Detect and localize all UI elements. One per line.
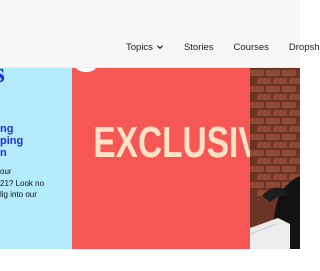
photo-card[interactable] — [250, 68, 300, 249]
headline-line: n — [0, 147, 7, 159]
headline-line: ng — [0, 123, 14, 135]
description-line: our — [0, 167, 12, 176]
card-headline: ng ping n — [0, 123, 72, 159]
nav-item-courses[interactable]: Courses — [234, 42, 269, 53]
article-card-left[interactable]: s ng ping n our 21? Look no lig into our — [0, 68, 72, 249]
description-line: lig into our — [0, 190, 37, 199]
description-line: 21? Look no — [0, 178, 45, 188]
brick-wall-photo — [250, 68, 300, 249]
nav-item-label: Topics — [126, 41, 153, 53]
headline-line: ping — [0, 135, 24, 147]
site-header: Topics Stories Courses Dropshi — [0, 0, 320, 68]
main-nav: Topics Stories Courses Dropshi — [126, 40, 320, 54]
nav-item-label: Dropshi — [288, 41, 320, 53]
nav-item-dropshipping[interactable]: Dropshi — [289, 42, 320, 53]
page-background-strip — [0, 249, 300, 271]
nav-item-topics[interactable]: Topics — [126, 42, 164, 53]
brand-logo-fragment: s — [0, 68, 6, 88]
chevron-down-icon — [156, 43, 164, 51]
exclusive-label: EXCLUSIVE — [93, 118, 250, 167]
decorative-shape — [76, 68, 96, 72]
nav-item-label: Courses — [233, 41, 269, 53]
nav-item-label: Stories — [183, 41, 214, 53]
card-description: our 21? Look no lig into our — [0, 166, 72, 201]
nav-item-stories[interactable]: Stories — [184, 42, 214, 53]
featured-card-exclusive[interactable]: EXCLUSIVE — [72, 68, 250, 249]
